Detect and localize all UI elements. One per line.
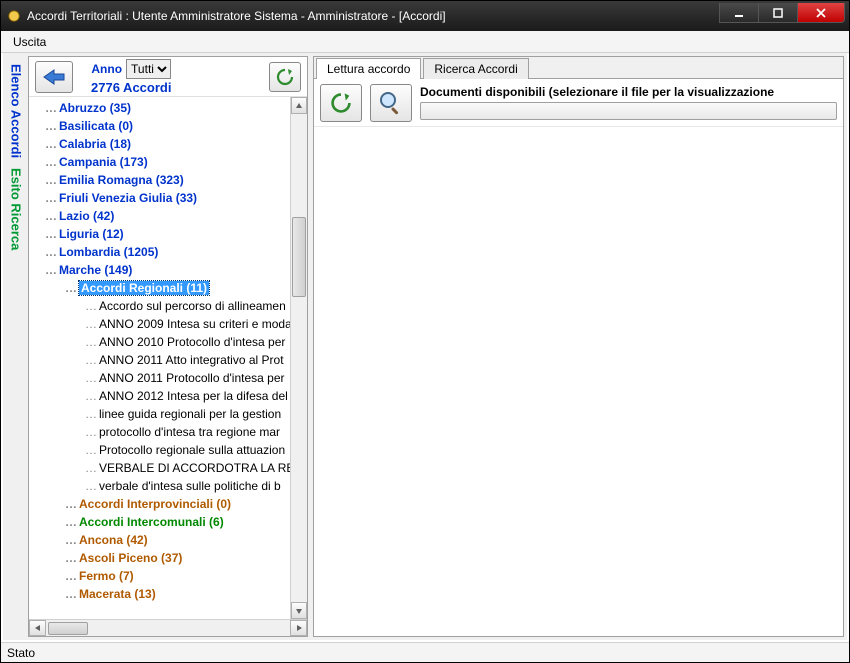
- scroll-thumb-h[interactable]: [48, 622, 88, 635]
- anno-label: Anno: [91, 62, 122, 76]
- tree-item[interactable]: Basilicata (0): [31, 117, 290, 135]
- tree-item[interactable]: Accordo sul percorso di allineamen: [31, 297, 290, 315]
- tree-container: Abruzzo (35)Basilicata (0)Calabria (18)C…: [29, 97, 307, 619]
- tree-item[interactable]: Accordi Regionali (11): [31, 279, 290, 297]
- statusbar: Stato: [1, 642, 849, 662]
- back-button[interactable]: [35, 61, 73, 93]
- right-panel: Lettura accordo Ricerca Accordi: [313, 56, 844, 637]
- maximize-button[interactable]: [758, 3, 798, 23]
- anno-select[interactable]: Tutti: [126, 59, 171, 79]
- tree-item[interactable]: Ancona (42): [31, 531, 290, 549]
- refresh-icon: [275, 67, 295, 87]
- tree-item[interactable]: Friuli Venezia Giulia (33): [31, 189, 290, 207]
- left-toolbar: Anno Tutti 2776 Accordi: [29, 57, 307, 97]
- left-panel: Anno Tutti 2776 Accordi Abruzzo (35)Basi…: [28, 56, 308, 637]
- tab-ricerca-accordi[interactable]: Ricerca Accordi: [423, 58, 528, 79]
- window-title: Accordi Territoriali : Utente Amministra…: [27, 9, 720, 23]
- tree-item[interactable]: Emilia Romagna (323): [31, 171, 290, 189]
- refresh-icon: [329, 91, 353, 115]
- vtab-elenco-accordi[interactable]: Elenco Accordi: [8, 60, 25, 162]
- tree-item[interactable]: Fermo (7): [31, 567, 290, 585]
- tree-item[interactable]: Marche (149): [31, 261, 290, 279]
- documents-label: Documenti disponibili (selezionare il fi…: [420, 85, 837, 99]
- tree-item[interactable]: Accordi Interprovinciali (0): [31, 495, 290, 513]
- tree-item[interactable]: Macerata (13): [31, 585, 290, 603]
- refresh-document-button[interactable]: [320, 84, 362, 122]
- vertical-tabs: Elenco Accordi Esito Ricerca: [6, 56, 26, 637]
- titlebar: Accordi Territoriali : Utente Amministra…: [1, 1, 849, 31]
- minimize-button[interactable]: [719, 3, 759, 23]
- scroll-down-icon[interactable]: [291, 602, 307, 619]
- tree-item[interactable]: ANNO 2011 Protocollo d'intesa per: [31, 369, 290, 387]
- menu-uscita[interactable]: Uscita: [7, 33, 52, 51]
- tree-item[interactable]: Abruzzo (35): [31, 99, 290, 117]
- tree-item[interactable]: ANNO 2011 Atto integrativo al Prot: [31, 351, 290, 369]
- status-label: Stato: [7, 646, 35, 660]
- window-controls: [720, 3, 845, 23]
- vtab-esito-ricerca[interactable]: Esito Ricerca: [8, 164, 25, 254]
- tree-item[interactable]: Accordi Intercomunali (6): [31, 513, 290, 531]
- tree-vertical-scrollbar[interactable]: [290, 97, 307, 619]
- document-viewer: [314, 127, 843, 636]
- app-window: Accordi Territoriali : Utente Amministra…: [0, 0, 850, 663]
- tree-item[interactable]: ANNO 2009 Intesa su criteri e moda: [31, 315, 290, 333]
- scroll-right-icon[interactable]: [290, 620, 307, 636]
- magnifier-icon: [378, 90, 404, 116]
- tree[interactable]: Abruzzo (35)Basilicata (0)Calabria (18)C…: [29, 97, 290, 619]
- right-toolbar: Documenti disponibili (selezionare il fi…: [314, 79, 843, 127]
- tree-item[interactable]: verbale d'intesa sulle politiche di b: [31, 477, 290, 495]
- accordi-count: 2776 Accordi: [91, 80, 171, 95]
- close-button[interactable]: [797, 3, 845, 23]
- refresh-tree-button[interactable]: [269, 62, 301, 92]
- app-icon: [7, 9, 21, 23]
- scroll-left-icon[interactable]: [29, 620, 46, 636]
- arrow-left-icon: [40, 67, 68, 87]
- content-area: Elenco Accordi Esito Ricerca Anno Tutti: [1, 53, 849, 642]
- tree-item[interactable]: protocollo d'intesa tra regione mar: [31, 423, 290, 441]
- tree-item[interactable]: Lazio (42): [31, 207, 290, 225]
- documents-dropdown[interactable]: [420, 102, 837, 120]
- tree-item[interactable]: Liguria (12): [31, 225, 290, 243]
- search-document-button[interactable]: [370, 84, 412, 122]
- scroll-thumb[interactable]: [292, 217, 306, 297]
- tab-lettura-accordo[interactable]: Lettura accordo: [316, 58, 421, 79]
- tree-item[interactable]: linee guida regionali per la gestion: [31, 405, 290, 423]
- tree-item[interactable]: Calabria (18): [31, 135, 290, 153]
- menubar: Uscita: [1, 31, 849, 53]
- tree-item[interactable]: Protocollo regionale sulla attuazion: [31, 441, 290, 459]
- tree-item[interactable]: Lombardia (1205): [31, 243, 290, 261]
- tree-item[interactable]: Ascoli Piceno (37): [31, 549, 290, 567]
- tree-horizontal-scrollbar[interactable]: [29, 619, 307, 636]
- scroll-up-icon[interactable]: [291, 97, 307, 114]
- tree-item[interactable]: ANNO 2012 Intesa per la difesa del: [31, 387, 290, 405]
- tree-item[interactable]: VERBALE DI ACCORDOTRA LA REGIO: [31, 459, 290, 477]
- tree-item[interactable]: Campania (173): [31, 153, 290, 171]
- right-tabs: Lettura accordo Ricerca Accordi: [314, 57, 843, 79]
- tree-item[interactable]: ANNO 2010 Protocollo d'intesa per: [31, 333, 290, 351]
